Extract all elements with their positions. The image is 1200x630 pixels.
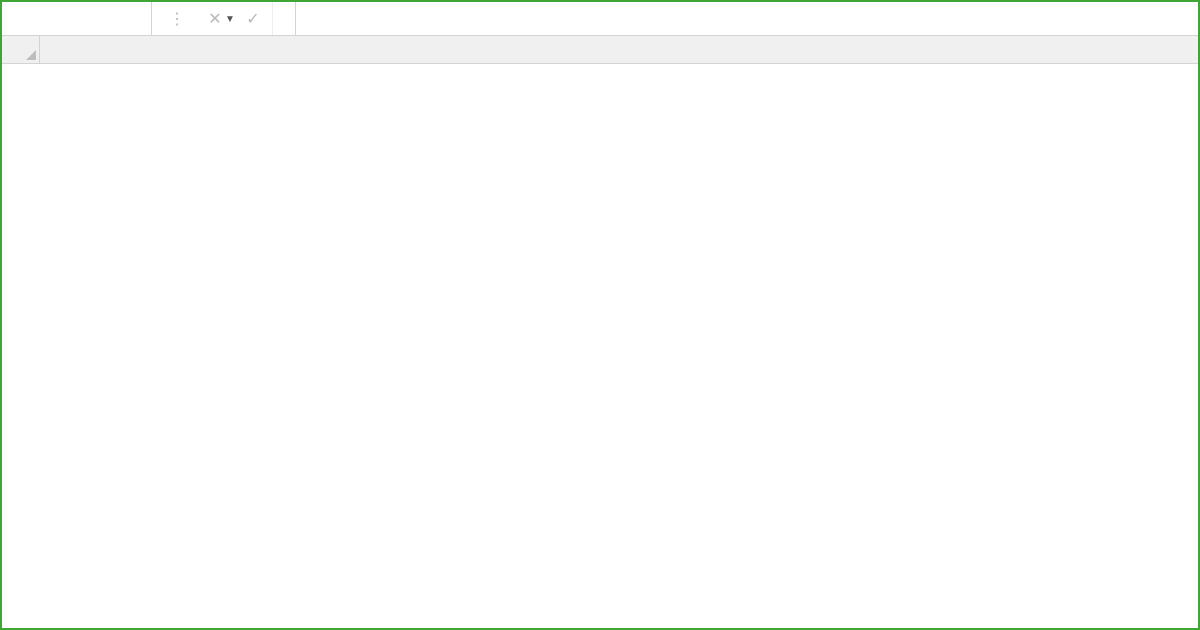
formula-bar-row: ▼ ⋮ ✕ ✓ (2, 2, 1198, 36)
name-box[interactable]: ▼ (2, 2, 152, 35)
enter-formula-icon[interactable]: ✓ (234, 2, 272, 35)
fx-icon[interactable] (272, 2, 289, 35)
column-headers (2, 36, 1198, 64)
formula-input[interactable] (296, 2, 1198, 35)
select-all-corner[interactable] (2, 36, 40, 63)
name-box-dropdown-icon[interactable]: ▼ (225, 12, 235, 25)
name-box-input[interactable] (2, 2, 225, 35)
